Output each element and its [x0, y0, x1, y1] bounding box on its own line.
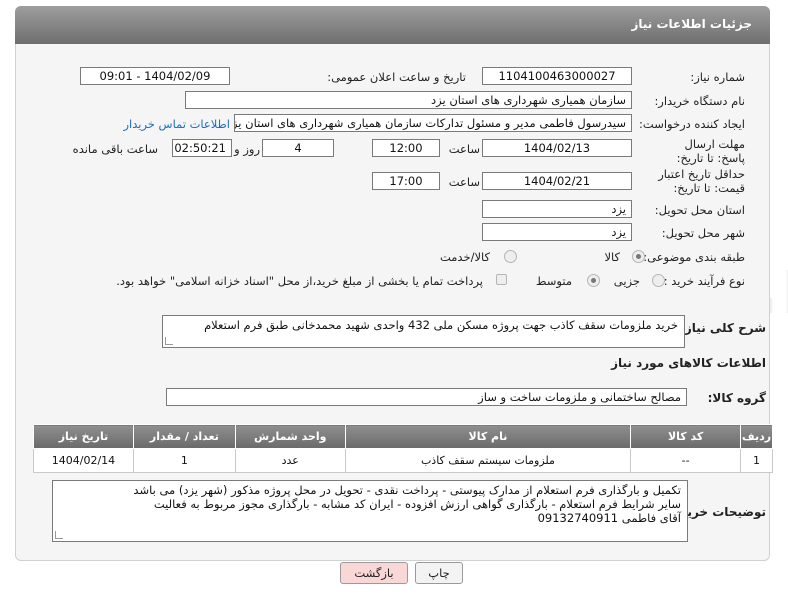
process-option-minor: جزیی [613, 274, 640, 288]
category-option-goods: کالا [604, 250, 620, 264]
deadline-time-field[interactable]: 12:00 [372, 139, 440, 157]
announce-field[interactable]: 1404/02/09 - 09:01 [80, 67, 230, 85]
announce-label: تاریخ و ساعت اعلان عمومی: [327, 70, 466, 84]
description-label: شرح کلی نیاز: [680, 321, 766, 335]
goods-table: ردیف کد کالا نام کالا واحد شمارش تعداد /… [33, 424, 773, 473]
creator-field[interactable]: سیدرسول فاطمی مدیر و مسئول تدارکات سازما… [234, 114, 632, 132]
category-label: طبقه بندی موضوعی: [643, 250, 745, 264]
print-button[interactable]: چاپ [415, 562, 463, 584]
goods-group-field[interactable]: مصالح ساختمانی و ملزومات ساخت و ساز [166, 388, 687, 406]
cell-row: 1 [740, 448, 773, 473]
city-field[interactable]: یزد [482, 223, 632, 241]
process-label: نوع فرآیند خرید : [663, 274, 745, 288]
description-textarea[interactable]: خرید ملزومات سقف کاذب جهت پروژه مسکن ملی… [162, 315, 685, 348]
deadline-label: مهلت ارسال پاسخ: تا تاریخ: [676, 137, 745, 165]
contact-buyer-link[interactable]: اطلاعات تماس خریدار [123, 117, 230, 131]
process-radio-medium[interactable] [587, 274, 600, 287]
cell-date: 1404/02/14 [33, 448, 134, 473]
goods-group-label: گروه کالا: [707, 391, 766, 405]
table-row[interactable]: 1 -- ملزومات سیستم سقف کاذب عدد 1 1404/0… [33, 448, 773, 473]
resize-handle-icon[interactable] [55, 531, 63, 539]
remaining-time-field[interactable]: 02:50:21 [172, 139, 232, 157]
province-field[interactable]: یزد [482, 200, 632, 218]
process-radio-minor[interactable] [652, 274, 665, 287]
page-title: جزئیات اطلاعات نیاز [15, 6, 770, 44]
days-label: روز و [234, 142, 260, 156]
buyer-notes-line: تکمیل و بارگذاری فرم استعلام از مدارک پی… [133, 483, 681, 497]
min-price-time-field[interactable]: 17:00 [372, 172, 440, 190]
deadline-date-field[interactable]: 1404/02/13 [482, 139, 632, 157]
col-header-unit: واحد شمارش [234, 424, 346, 449]
col-header-code: کد کالا [630, 424, 742, 449]
buyer-notes-line: آقای فاطمی 09132740911 [537, 511, 681, 525]
days-field[interactable]: 4 [262, 139, 334, 157]
need-number-label: شماره نیاز: [690, 70, 745, 84]
min-price-date-field[interactable]: 1404/02/21 [482, 172, 632, 190]
creator-label: ایجاد کننده درخواست: [639, 117, 745, 131]
treasury-checkbox[interactable] [496, 274, 507, 285]
buyer-org-label: نام دستگاه خریدار: [654, 94, 745, 108]
col-header-row: ردیف [740, 424, 773, 449]
goods-info-title: اطلاعات کالاهای مورد نیاز [611, 356, 766, 370]
city-label: شهر محل تحویل: [661, 226, 745, 240]
deadline-time-label: ساعت [448, 142, 480, 156]
remaining-label: ساعت باقی مانده [72, 142, 158, 156]
category-radio-goods-service[interactable] [504, 250, 517, 263]
col-header-name: نام کالا [344, 424, 632, 449]
cell-name: ملزومات سیستم سقف کاذب [344, 448, 632, 473]
min-price-label: حداقل تاریخ اعتبار قیمت: تا تاریخ: [658, 167, 745, 195]
min-price-time-label: ساعت [448, 175, 480, 189]
col-header-date: تاریخ نیاز [33, 424, 134, 449]
buyer-notes-textarea[interactable]: تکمیل و بارگذاری فرم استعلام از مدارک پی… [52, 480, 688, 542]
description-text: خرید ملزومات سقف کاذب جهت پروژه مسکن ملی… [204, 318, 678, 332]
process-option-medium: متوسط [535, 274, 572, 288]
category-radio-goods[interactable] [632, 250, 645, 263]
col-header-qty: تعداد / مقدار [132, 424, 236, 449]
back-button[interactable]: بازگشت [340, 562, 408, 584]
cell-unit: عدد [234, 448, 346, 473]
buyer-org-field[interactable]: سازمان همیاری شهرداری های استان یزد [185, 91, 632, 109]
category-option-goods-service: کالا/خدمت [439, 250, 490, 264]
cell-code: -- [630, 448, 742, 473]
buyer-notes-line: سایر شرایط فرم استعلام - بارگذاری گواهی … [153, 497, 681, 511]
need-number-field[interactable]: 1104100463000027 [482, 67, 632, 85]
resize-handle-icon[interactable] [165, 337, 173, 345]
cell-qty: 1 [132, 448, 236, 473]
province-label: استان محل تحویل: [654, 203, 745, 217]
payment-note: پرداخت تمام یا بخشی از مبلغ خرید،از محل … [116, 274, 483, 288]
